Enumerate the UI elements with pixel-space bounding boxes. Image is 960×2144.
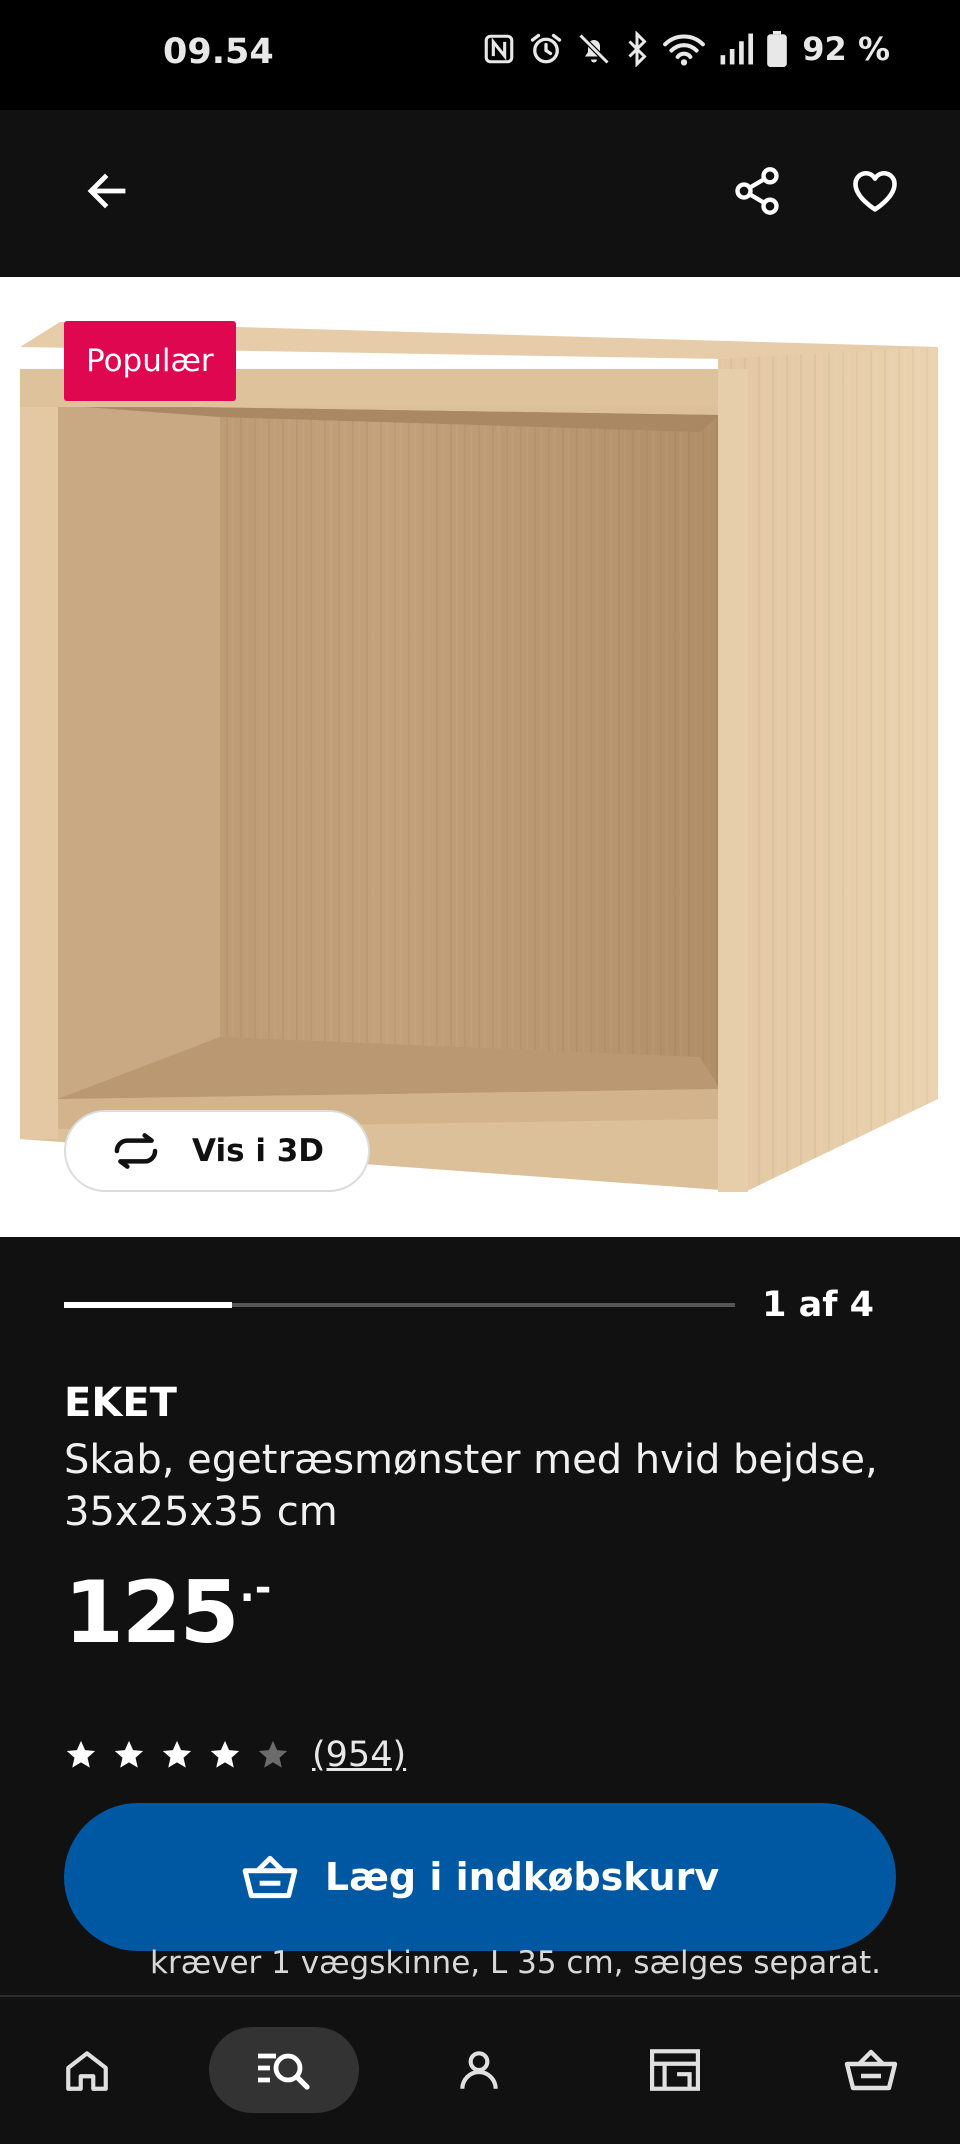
- rotate-3d-icon: [110, 1133, 162, 1169]
- alarm-icon: [531, 33, 562, 64]
- price-value: 125: [64, 1563, 240, 1663]
- back-button[interactable]: [62, 146, 152, 236]
- product-name: EKET: [64, 1380, 177, 1426]
- add-to-cart-button[interactable]: Læg i indkøbskurv: [64, 1803, 896, 1951]
- product-image[interactable]: Populær Vis i 3D: [0, 277, 960, 1237]
- star-filled-icon: [64, 1738, 98, 1772]
- bluetooth-icon: [628, 31, 647, 67]
- store-icon: [650, 2049, 700, 2091]
- share-icon: [735, 167, 779, 215]
- view-3d-button[interactable]: Vis i 3D: [64, 1110, 370, 1192]
- status-icons: 92 %: [482, 30, 890, 68]
- basket-icon: [241, 1851, 299, 1903]
- mute-icon: [578, 33, 610, 65]
- add-to-cart-label: Læg i indkøbskurv: [324, 1855, 720, 1899]
- battery-icon: [767, 31, 788, 67]
- star-filled-icon: [160, 1738, 194, 1772]
- battery-percent: 92 %: [802, 30, 890, 68]
- product-description: Skab, egetræsmønster med hvid bejdse, 35…: [64, 1437, 878, 1535]
- nav-stores[interactable]: [632, 2027, 718, 2113]
- home-icon: [66, 2051, 108, 2091]
- rating[interactable]: (954): [64, 1735, 406, 1775]
- signal-icon: [720, 33, 754, 65]
- price-suffix: .-: [239, 1565, 272, 1611]
- price: 125 .-: [64, 1568, 271, 1658]
- gallery-counter: 1 af 4: [762, 1285, 874, 1325]
- gallery-progress-fill: [64, 1302, 232, 1308]
- star-filled-icon: [112, 1738, 146, 1772]
- nfc-icon: [484, 34, 514, 64]
- top-app-bar: [0, 110, 960, 277]
- favorite-button[interactable]: [830, 146, 920, 236]
- search-list-icon: [258, 2053, 310, 2090]
- star-filled-icon: [208, 1738, 242, 1772]
- share-button[interactable]: [712, 146, 802, 236]
- basket-nav-icon: [844, 2049, 898, 2091]
- status-bar: 09.54 92 %: [0, 0, 960, 110]
- popular-badge: Populær: [64, 321, 236, 401]
- nav-profile[interactable]: [436, 2027, 522, 2113]
- status-time: 09.54: [163, 32, 274, 72]
- wifi-icon: [663, 34, 706, 66]
- view-3d-label: Vis i 3D: [192, 1133, 325, 1169]
- rating-stars: [64, 1738, 304, 1772]
- heart-icon: [853, 171, 897, 212]
- star-empty-icon: [256, 1738, 290, 1772]
- review-count[interactable]: (954): [312, 1735, 406, 1775]
- person-icon: [460, 2051, 498, 2089]
- gallery-progress: [64, 1302, 735, 1308]
- requirement-note: kræver 1 vægskinne, L 35 cm, sælges sepa…: [150, 1945, 881, 1981]
- nav-home[interactable]: [44, 2027, 130, 2113]
- bottom-navigation: [0, 1995, 960, 2144]
- nav-search[interactable]: [209, 2027, 359, 2113]
- arrow-left-icon: [87, 173, 126, 209]
- wall-cabinet-illustration: [20, 322, 938, 1192]
- nav-cart[interactable]: [828, 2027, 914, 2113]
